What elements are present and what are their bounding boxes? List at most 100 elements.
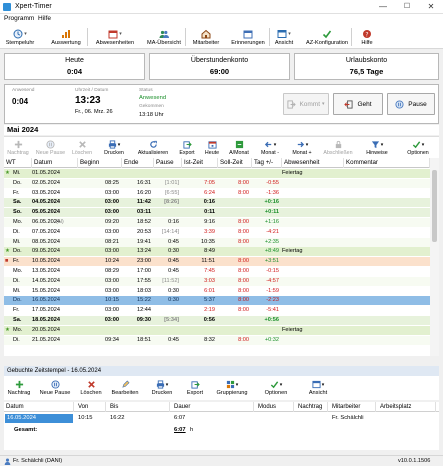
- table-export-button[interactable]: Export: [175, 137, 199, 159]
- cell-soll: [218, 169, 249, 178]
- table-row[interactable]: Mo. 06.05.2024 09:20 18:52 0:16 9:16 8:00 +1:16…: [4, 218, 430, 228]
- cell-e: 17:55: [137, 277, 151, 284]
- column-header-wt[interactable]: WT: [4, 158, 32, 168]
- table-row[interactable]: So. 05.05.2024 03:00 03:11 0:11 +0:11: [4, 208, 430, 218]
- cell-p: [1:01]: [165, 179, 179, 186]
- holiday-star-icon: ★: [5, 248, 11, 255]
- table-a-monat-button[interactable]: A/Monat: [225, 137, 253, 159]
- geht-button[interactable]: Geht: [333, 93, 383, 115]
- table-l-schen-button[interactable]: Löschen: [69, 137, 95, 159]
- stamps-export-button[interactable]: Export: [182, 376, 208, 400]
- stamps-column-bis[interactable]: Bis: [108, 402, 170, 412]
- stamps-bearbeiten-button[interactable]: Bearbeiten: [108, 376, 142, 400]
- cell-d: 20.05.2024: [32, 326, 60, 333]
- table-row[interactable]: Do. 16.05.2024 10:15 15:22 0:30 5:37 8:00 -2:23: [4, 296, 430, 306]
- stamps-column-mitarbeiter[interactable]: Mitarbeiter: [330, 402, 376, 412]
- table-hinweise-button[interactable]: ▾ Hinweise: [359, 137, 395, 159]
- toolbar-hilfe-button[interactable]: ? Hilfe: [356, 26, 378, 48]
- toolbar-stempeluhr-button[interactable]: ▾ Stempeluhr: [3, 26, 37, 48]
- cell-ist: [182, 169, 215, 178]
- toolbar-az-konfiguration-button[interactable]: AZ-Konfiguration: [304, 26, 350, 48]
- table-row[interactable]: Mi. 01.05.2024 Feiertag ★: [4, 169, 430, 179]
- stamps-column-modus[interactable]: Modus: [256, 402, 294, 412]
- plus-icon: [15, 380, 24, 389]
- column-header-soll-zeit[interactable]: Soll-Zeit: [218, 158, 252, 168]
- menu-programm[interactable]: Programm: [4, 15, 34, 22]
- toolbar-label: Optionen: [407, 150, 429, 156]
- table-row[interactable]: Fr. 17.05.2024 03:00 12:44 2:19 8:00 -5:41: [4, 306, 430, 316]
- stamps-column-dauer[interactable]: Dauer: [172, 402, 254, 412]
- table-monat--button[interactable]: ▾ Monat +: [287, 137, 317, 159]
- table-drucken-button[interactable]: ▾ Drucken: [97, 137, 131, 159]
- table-row[interactable]: Sa. 18.05.2024 03:00 09:30 [5:34] 0:56 +0:56: [4, 316, 430, 326]
- table-row[interactable]: Mi. 08.05.2024 08:21 19:41 0:45 10:35 8:00 +2:3…: [4, 237, 430, 247]
- column-header-pause[interactable]: Pause: [154, 158, 182, 168]
- table-row[interactable]: Mo. 13.05.2024 08:29 17:00 0:45 7:45 8:00 -0:15: [4, 267, 430, 277]
- column-header-ist-zeit[interactable]: Ist-Zeit: [182, 158, 218, 168]
- stamps-drucken-button[interactable]: ▾ Drucken: [144, 376, 180, 400]
- edit-icon: [121, 380, 130, 389]
- table-row[interactable]: Sa. 04.05.2024 03:00 11:42 [8:26] 0:16 +0:16: [4, 198, 430, 208]
- table-row[interactable]: Mo. 20.05.2024 Feiertag ★: [4, 325, 430, 335]
- stamps-neue-pause-button[interactable]: Neue Pause: [36, 376, 74, 400]
- column-header-tag-[interactable]: Tag +/-: [252, 158, 282, 168]
- cell-abw: [282, 306, 341, 315]
- vertical-scrollbar[interactable]: [430, 158, 439, 356]
- stamps-ansicht-button[interactable]: ▾ Ansicht: [300, 376, 336, 400]
- toolbar-abwesenheiten-button[interactable]: ▾ Abwesenheiten: [90, 26, 140, 48]
- total-label: Gesamt:: [14, 427, 38, 433]
- table-aktualisieren-button[interactable]: Aktualisieren: [133, 137, 173, 159]
- cell-p: 0:30: [168, 248, 179, 255]
- column-header-abwesenheit[interactable]: Abwesenheit: [282, 158, 344, 168]
- table-row[interactable]: Fr. 10.05.2024 10:24 23:00 0:45 11:51 8:00 +3:5…: [4, 257, 430, 267]
- column-header-datum[interactable]: Datum: [32, 158, 78, 168]
- table-abschlie-en-button[interactable]: Abschließen: [319, 137, 357, 159]
- table-row[interactable]: Do. 02.05.2024 08:25 16:31 [1:01] 7:05 8:00 -0:…: [4, 178, 430, 188]
- table-monat--button[interactable]: ▾ Monat -: [255, 137, 285, 159]
- stamps-l-schen-button[interactable]: Löschen: [76, 376, 106, 400]
- column-header-kommentar[interactable]: Kommentar: [344, 158, 430, 168]
- table-row[interactable]: Fr. 03.05.2024 03:00 16:20 [6:55] 6:24 8:00 -1:…: [4, 188, 430, 198]
- toolbar-erinnerungen-button[interactable]: Erinnerungen: [228, 26, 268, 48]
- table-row[interactable]: Do. 09.05.2024 03:00 13:24 0:30 8:49 +8:49 Feie…: [4, 247, 430, 257]
- cell-tag: -1:59: [266, 287, 279, 294]
- table-row[interactable]: Di. 07.05.2024 03:00 20:53 [14:14] 3:39 8:00 -4…: [4, 227, 430, 237]
- menu-hilfe[interactable]: Hilfe: [38, 15, 51, 22]
- table-row[interactable]: Di. 14.05.2024 03:00 17:55 [11:52] 3:03 8:00 -4…: [4, 276, 430, 286]
- stamps-column-datum[interactable]: Datum: [4, 402, 74, 412]
- close-button[interactable]: ✕: [419, 0, 443, 14]
- toolbar-mitarbeiter-button[interactable]: Mitarbeiter: [188, 26, 224, 48]
- toolbar-label: Mitarbeiter: [192, 39, 220, 46]
- toolbar-ansicht-button[interactable]: ▾ Ansicht: [270, 26, 298, 48]
- stamps-row[interactable]: 16.05.2024 10:15 16:22 6:07 Fr. Schälchli: [4, 414, 439, 423]
- table-row[interactable]: Mi. 15.05.2024 03:00 18:03 0:30 6:01 8:00 -1:59: [4, 286, 430, 296]
- table-heute-button[interactable]: Heute: [201, 137, 223, 159]
- stamps-column-nachtrag[interactable]: Nachtrag: [296, 402, 328, 412]
- stamps-optionen-button[interactable]: ▾ Optionen: [258, 376, 294, 400]
- stamps-column-arbeitsplatz[interactable]: Arbeitsplatz: [378, 402, 436, 412]
- column-header-beginn[interactable]: Beginn: [78, 158, 122, 168]
- toolbar-ma-bersicht-button[interactable]: MA-Übersicht: [144, 26, 184, 48]
- kommt-button[interactable]: Kommt ▾: [283, 93, 329, 115]
- stamps-column-von[interactable]: Von: [76, 402, 106, 412]
- toolbar-auswertung-button[interactable]: Auswertung: [46, 26, 86, 48]
- table-neue-pause-button[interactable]: Neue Pause: [34, 137, 67, 159]
- stamps-gruppierung-button[interactable]: ▾ Gruppierung: [210, 376, 254, 400]
- table-row[interactable]: Di. 21.05.2024 09:34 18:51 0:45 8:32 8:00 +0:32: [4, 335, 430, 345]
- scrollbar-thumb[interactable]: [432, 170, 437, 242]
- cell-abw: [282, 296, 341, 305]
- cell-e: 12:44: [137, 307, 151, 314]
- stamps-nachtrag-button[interactable]: Nachtrag: [4, 376, 34, 400]
- table-optionen-button[interactable]: ▾ Optionen: [399, 137, 437, 159]
- toolbar-label: Stempeluhr: [5, 39, 35, 46]
- total-unit: h: [190, 427, 194, 433]
- cell-b: 03:00: [104, 209, 119, 216]
- cell-ist: 9:16: [204, 219, 215, 225]
- maximize-button[interactable]: ☐: [395, 0, 419, 14]
- minimize-button[interactable]: —: [371, 0, 395, 14]
- column-header-ende[interactable]: Ende: [122, 158, 154, 168]
- pause-button[interactable]: Pause: [387, 93, 435, 115]
- cell-wt: Sa.: [13, 199, 22, 206]
- window-icon: [277, 29, 287, 39]
- table-nachtrag-button[interactable]: Nachtrag: [4, 137, 32, 159]
